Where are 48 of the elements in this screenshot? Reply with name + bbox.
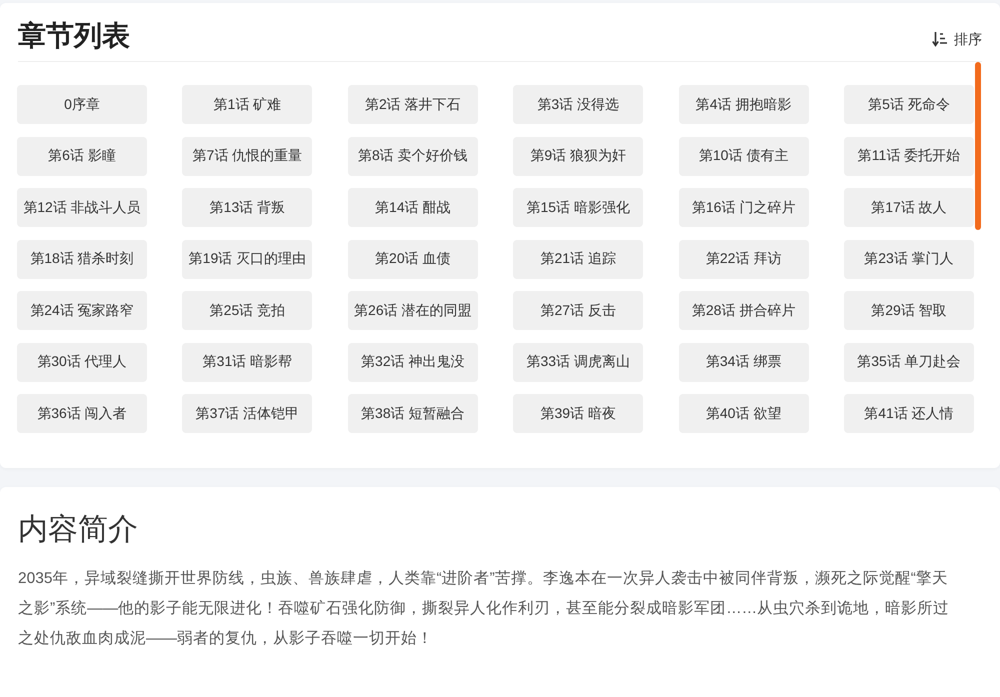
chapter-button[interactable]: 第35话 单刀赴会 [844, 342, 974, 382]
chapter-button[interactable]: 第23话 掌门人 [844, 240, 974, 278]
chapter-button[interactable]: 第14话 酣战 [348, 188, 478, 227]
chapter-button[interactable]: 第6话 影瞳 [17, 136, 147, 176]
chapter-button[interactable]: 第12话 非战斗人员 [17, 188, 147, 227]
chapter-button[interactable]: 第20话 血债 [348, 240, 478, 278]
scrollbar-thumb[interactable] [975, 62, 981, 230]
chapter-button[interactable]: 第31话 暗影帮 [182, 342, 312, 382]
chapter-button[interactable]: 第4话 拥抱暗影 [678, 85, 809, 124]
chapter-button[interactable]: 第8话 卖个好价钱 [348, 136, 478, 176]
chapter-button[interactable]: 第41话 还人情 [844, 394, 974, 433]
chapter-button[interactable]: 0序章 [17, 85, 147, 124]
chapter-button[interactable]: 第32话 神出鬼没 [348, 342, 478, 382]
chapter-button[interactable]: 第22话 拜访 [678, 240, 809, 278]
chapter-button[interactable]: 第37话 活体铠甲 [182, 394, 312, 433]
sort-button[interactable]: 排序 [932, 29, 982, 49]
chapter-button[interactable]: 第17话 故人 [844, 188, 974, 227]
chapter-button[interactable]: 第28话 拼合碎片 [678, 291, 809, 330]
chapter-button[interactable]: 第33话 调虎离山 [513, 342, 644, 382]
chapter-button[interactable]: 第34话 绑票 [678, 342, 809, 382]
chapter-button[interactable]: 第7话 仇恨的重量 [182, 136, 312, 176]
chapter-button[interactable]: 第18话 猎杀时刻 [17, 240, 147, 278]
chapter-button[interactable]: 第1话 矿难 [182, 85, 312, 124]
chapter-button[interactable]: 第29话 智取 [844, 291, 974, 330]
chapter-button[interactable]: 第27话 反击 [513, 291, 644, 330]
chapter-button[interactable]: 第5话 死命令 [844, 85, 974, 124]
chapter-button[interactable]: 第26话 潜在的同盟 [348, 291, 478, 330]
chapter-button[interactable]: 第38话 短暂融合 [348, 394, 478, 433]
chapter-button[interactable]: 第10话 债有主 [678, 136, 809, 176]
chapter-button[interactable]: 第19话 灭口的理由 [182, 240, 312, 278]
chapter-button[interactable]: 第9话 狼狈为奸 [513, 136, 644, 176]
section-title: 内容简介 [18, 512, 139, 548]
sort-descending-icon [932, 31, 948, 47]
chapter-button[interactable]: 第16话 门之碎片 [678, 188, 809, 227]
chapter-button[interactable]: 第13话 背叛 [182, 188, 312, 227]
chapter-button[interactable]: 第11话 委托开始 [844, 136, 974, 176]
chapter-button[interactable]: 第30话 代理人 [17, 342, 147, 382]
section-title: 章节列表 [18, 19, 130, 53]
chapter-button[interactable]: 第15话 暗影强化 [513, 188, 644, 227]
chapter-button[interactable]: 第3话 没得选 [513, 85, 644, 124]
chapter-button[interactable]: 第39话 暗夜 [513, 394, 644, 433]
chapter-button[interactable]: 第24话 冤家路窄 [17, 291, 147, 330]
synopsis-paragraph: 2035年，异域裂缝撕开世界防线，虫族、兽族肆虐，人类靠“进阶者”苦撑。李逸本在一次异人袭击中被同伴背叛，濒死之际觉醒“擎天之影”系统——他的影子能无限进化！吞噬矿石强化防御，撕裂异人化作利刃，甚至能分裂成暗影军团……从虫穴杀到诡地，暗影所过之处仇敌血肉成泥——弱者的复仇，从影子吞噬一切开始！ [18, 569, 950, 649]
chapter-button[interactable]: 第40话 欲望 [678, 394, 809, 433]
chapter-button[interactable]: 第2话 落井下石 [348, 85, 478, 124]
chapter-button[interactable]: 第21话 追踪 [513, 240, 644, 278]
chapter-button[interactable]: 第36话 闯入者 [17, 394, 147, 433]
chapter-button[interactable]: 第25话 竞拍 [182, 291, 312, 330]
